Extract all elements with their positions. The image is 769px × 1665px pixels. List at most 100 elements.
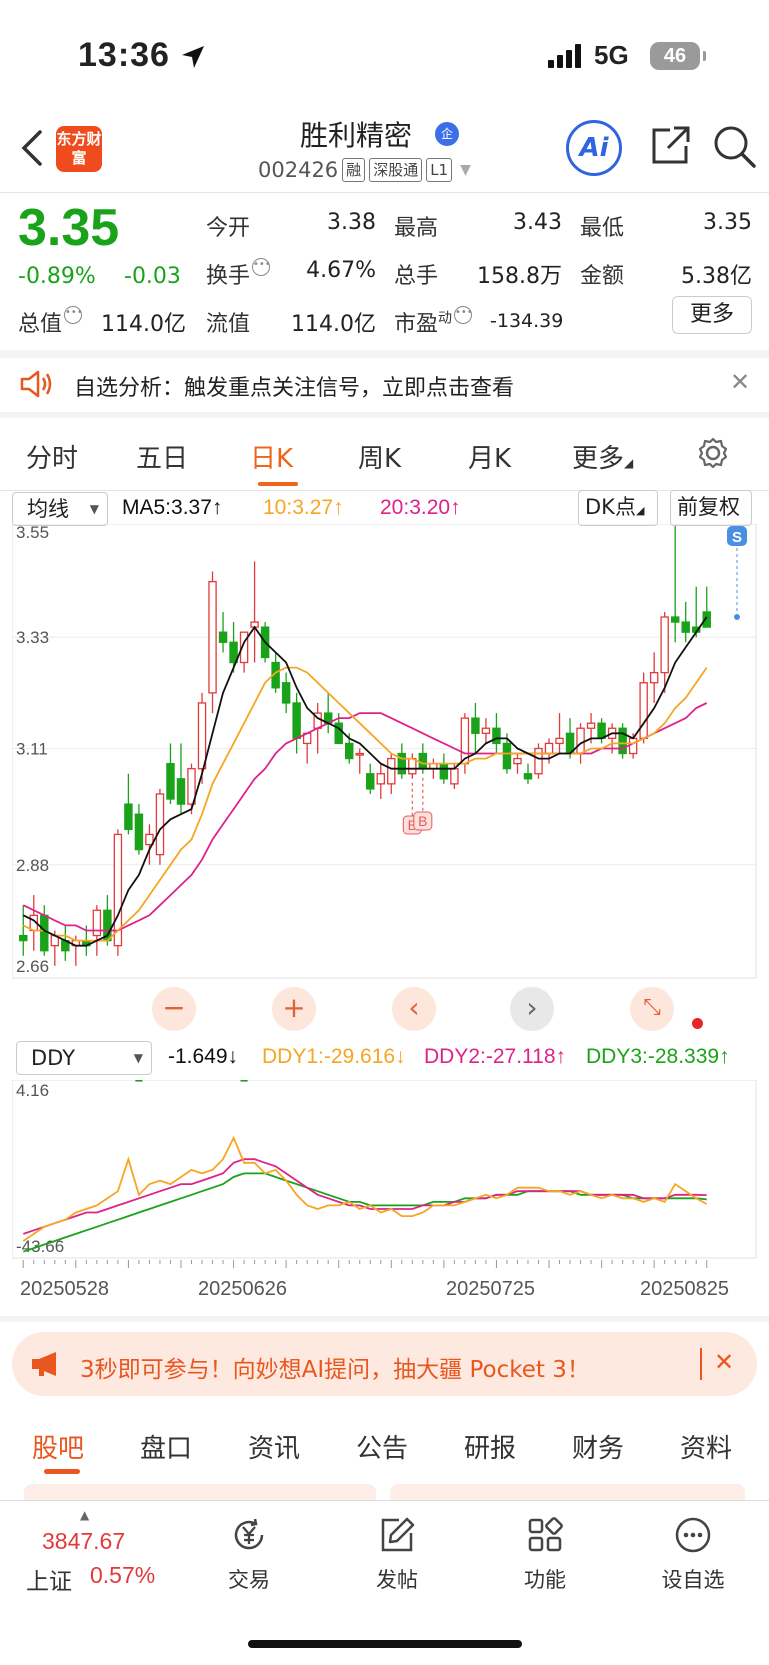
- tab-research[interactable]: 研报: [464, 1428, 516, 1465]
- tab-announcements[interactable]: 公告: [356, 1428, 408, 1465]
- stock-code-row[interactable]: 002426 融 深股通 L1 ▼: [258, 158, 471, 182]
- candle-body: [450, 768, 459, 785]
- stock-name: 胜利精密: [300, 119, 413, 152]
- index-value[interactable]: 3847.67: [42, 1528, 125, 1555]
- ma10-value: 10:3.27↑: [263, 496, 344, 519]
- settings-gear-icon[interactable]: [696, 436, 730, 470]
- date-label: 20250825: [640, 1278, 729, 1300]
- candle-body: [418, 752, 428, 770]
- candle-body: [660, 616, 669, 674]
- open-label: 今开: [206, 216, 251, 241]
- pe-label: 市盈动 •••: [394, 306, 473, 337]
- tab-five-day[interactable]: 五日: [136, 438, 188, 475]
- change-percent: -0.89%: [18, 264, 96, 289]
- candle-body: [597, 722, 606, 740]
- tab-monthly-k[interactable]: 月K: [468, 438, 511, 475]
- share-icon[interactable]: [648, 124, 692, 168]
- expand-caret-icon[interactable]: ▲: [80, 1508, 89, 1522]
- buy-signal-label: B: [418, 813, 427, 829]
- more-button[interactable]: 更多: [672, 296, 752, 334]
- tag-level: L1: [426, 158, 453, 182]
- ddy1-line: [22, 1135, 708, 1242]
- candle-body: [166, 762, 175, 800]
- tab-daily-k[interactable]: 日K: [250, 438, 293, 475]
- candle-body: [355, 752, 364, 756]
- candle-body: [576, 727, 585, 755]
- back-arrow-icon[interactable]: [18, 128, 44, 168]
- candle-body: [408, 757, 417, 775]
- sell-signal-label: S: [732, 529, 742, 546]
- next-button[interactable]: ›: [510, 987, 554, 1031]
- nav-label: 设自选: [661, 1568, 725, 1592]
- section-gap: [0, 412, 769, 418]
- ma-selector[interactable]: 均线 ▼: [12, 492, 108, 526]
- tab-profile[interactable]: 资料: [680, 1428, 732, 1465]
- candle-body: [502, 742, 512, 770]
- tab-guba[interactable]: 股吧: [32, 1428, 84, 1465]
- tab-pankou[interactable]: 盘口: [140, 1428, 192, 1465]
- candle-body: [618, 727, 627, 755]
- dk-point-button[interactable]: DK点◢: [578, 490, 658, 526]
- ddy-selector[interactable]: DDY ▼: [16, 1041, 152, 1075]
- candle-body: [281, 682, 291, 704]
- index-name[interactable]: 上证: [26, 1562, 72, 1596]
- search-icon[interactable]: [712, 124, 758, 170]
- pe-value: -134.39: [490, 310, 564, 332]
- active-tab-indicator: [258, 482, 298, 486]
- nav-trade[interactable]: 交易: [204, 1515, 294, 1594]
- nav-functions[interactable]: 功能: [500, 1515, 590, 1594]
- candle-body: [586, 722, 596, 729]
- amount-label: 金额: [580, 264, 625, 289]
- candle-body: [208, 580, 217, 694]
- date-label: 20250725: [446, 1278, 535, 1300]
- turnover-label: 换手 •••: [206, 258, 271, 289]
- candle-body: [292, 702, 301, 740]
- adjust-button[interactable]: 前复权: [670, 490, 752, 526]
- divider: [0, 192, 769, 193]
- fullscreen-icon[interactable]: ⤡: [630, 987, 674, 1031]
- close-alert-icon[interactable]: ✕: [730, 368, 750, 396]
- candle-body: [366, 773, 375, 790]
- nav-post[interactable]: 发帖: [352, 1515, 442, 1594]
- candle-body: [40, 914, 49, 952]
- index-change[interactable]: 0.57%: [90, 1562, 155, 1589]
- candle-body: [218, 631, 228, 643]
- ddy-bar: [135, 1080, 143, 1082]
- candle-body: [513, 757, 522, 765]
- prev-button[interactable]: ‹: [392, 987, 436, 1031]
- turnover-value: 4.67%: [306, 258, 376, 283]
- candle-body: [534, 747, 543, 775]
- price-tick-label: 2.88: [16, 856, 49, 875]
- candle-body: [376, 773, 385, 785]
- grid-icon: [528, 1517, 563, 1552]
- tab-weekly-k[interactable]: 周K: [358, 438, 401, 475]
- tag-connect: 深股通: [369, 158, 423, 182]
- tab-intraday[interactable]: 分时: [26, 438, 78, 475]
- high-value: 3.43: [513, 210, 562, 235]
- ddy3-value: DDY3:-28.339↑: [586, 1045, 730, 1068]
- ma20-value: 20:3.20↑: [380, 496, 461, 519]
- ddy-chart[interactable]: 4.16-43.66: [12, 1080, 757, 1270]
- change-amount: -0.03: [124, 264, 181, 289]
- ai-button[interactable]: Ai: [566, 120, 622, 176]
- tab-finance[interactable]: 财务: [572, 1428, 624, 1465]
- price-tick-label: 3.55: [16, 524, 49, 542]
- tab-more[interactable]: 更多◢: [572, 438, 633, 475]
- kline-chart[interactable]: 3.553.333.112.882.66B BS: [12, 524, 757, 1038]
- zoom-out-button[interactable]: −: [152, 987, 196, 1031]
- volume-label: 总手: [394, 264, 439, 289]
- ddy3-line: [23, 1172, 707, 1253]
- nav-watchlist[interactable]: 设自选: [648, 1515, 738, 1594]
- high-label: 最高: [394, 216, 439, 241]
- candle-body: [134, 813, 144, 851]
- tab-news[interactable]: 资讯: [248, 1428, 300, 1465]
- promo-text[interactable]: 3秒即可参与！向妙想AI提问，抽大疆 Pocket 3！: [80, 1350, 590, 1384]
- alert-message[interactable]: 自选分析：触发重点关注信号，立即点击查看: [74, 370, 514, 402]
- candle-body: [544, 742, 554, 755]
- close-promo-icon[interactable]: ✕: [714, 1348, 734, 1376]
- price-tick-label: 3.11: [16, 739, 48, 758]
- zoom-in-button[interactable]: +: [272, 987, 316, 1031]
- candle-body: [176, 778, 186, 805]
- volume-value: 158.8万: [477, 264, 562, 289]
- candle-body: [555, 737, 564, 745]
